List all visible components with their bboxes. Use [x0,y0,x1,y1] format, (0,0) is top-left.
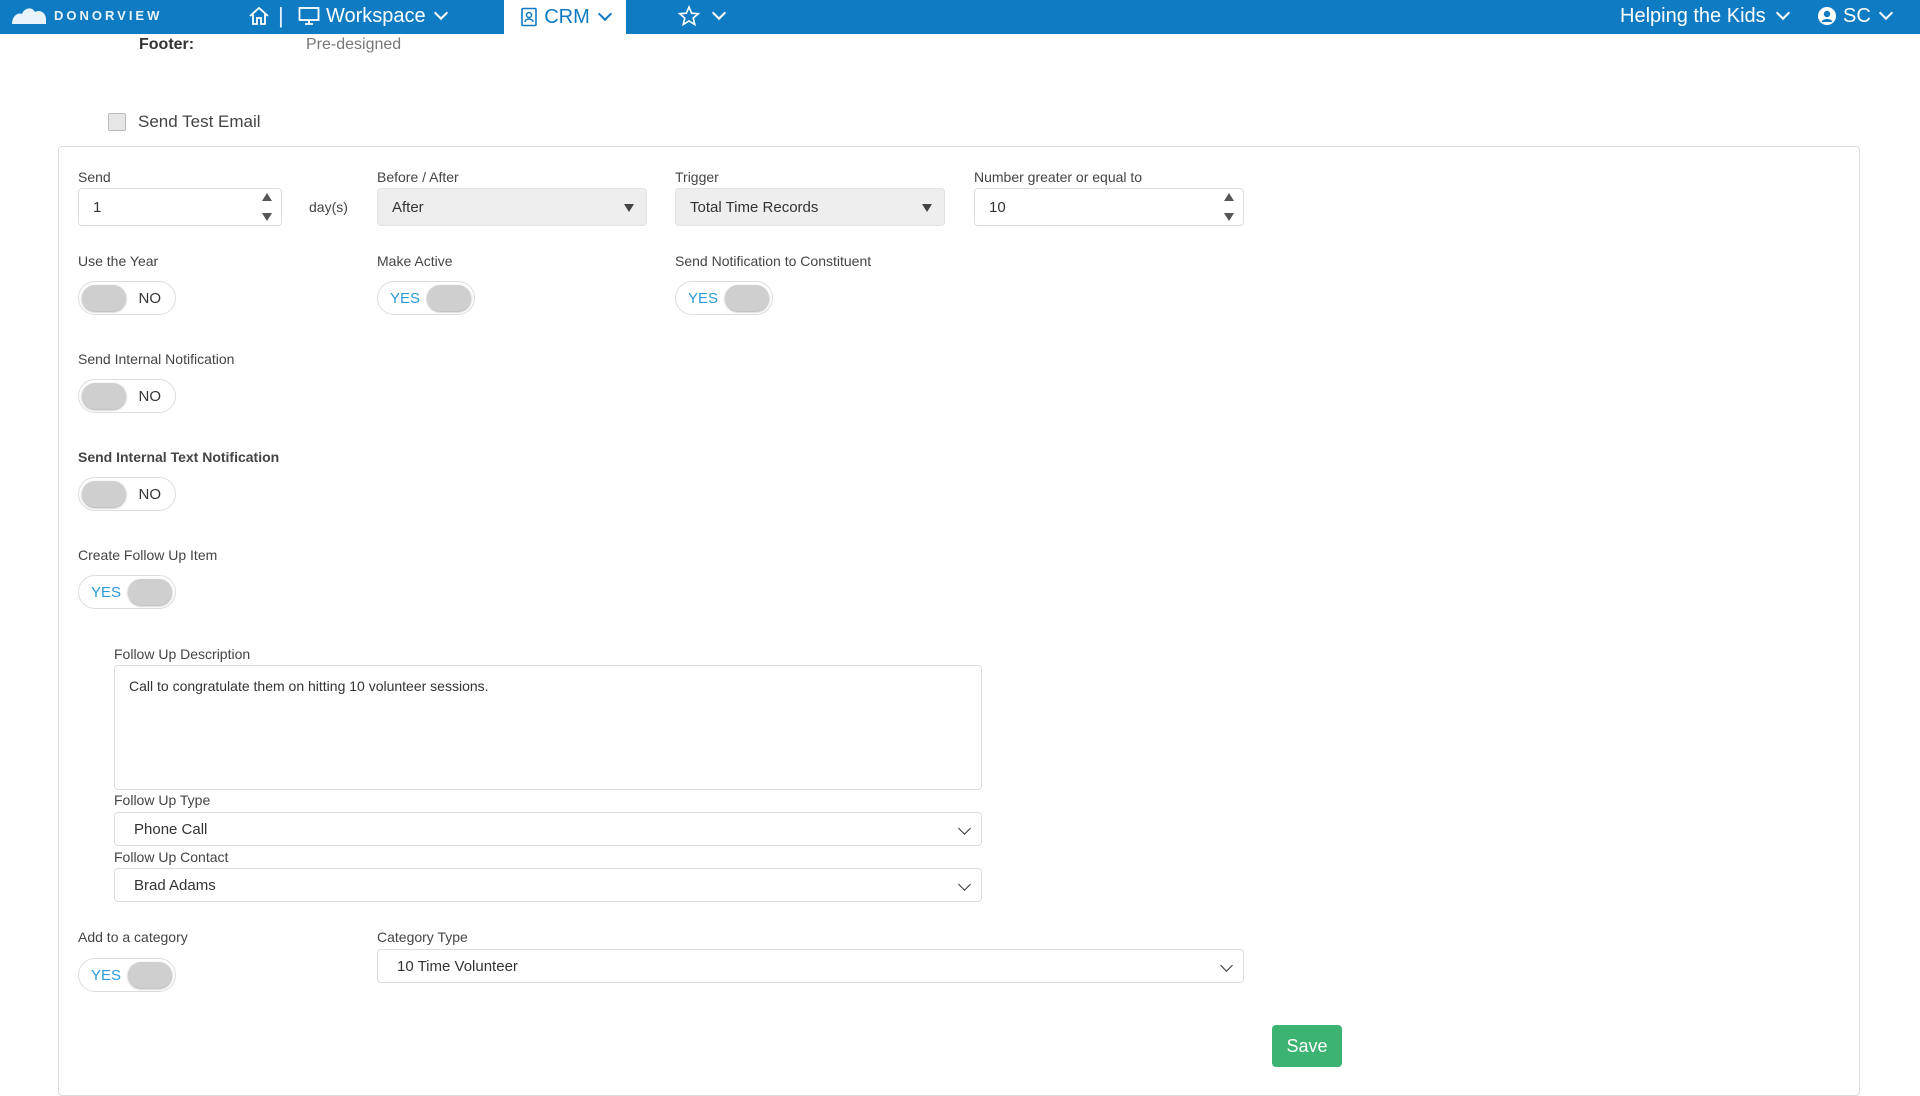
save-button[interactable]: Save [1272,1025,1342,1067]
before-after-value: After [392,198,424,216]
chevron-down-icon [1775,5,1790,21]
toggle-state: YES [688,290,719,307]
send-label: Send [78,169,111,185]
follow-up-type-select[interactable]: Phone Call [114,812,982,846]
star-icon [678,5,700,27]
follow-up-toggle[interactable]: YES [78,575,176,609]
make-active-label: Make Active [377,253,453,269]
before-after-label: Before / After [377,169,459,185]
add-category-toggle[interactable]: YES [78,958,176,992]
notify-constituent-toggle[interactable]: YES [675,281,773,315]
org-name: Helping the Kids [1620,4,1766,27]
category-type-select[interactable]: 10 Time Volunteer [377,949,1244,983]
add-category-label: Add to a category [78,929,188,945]
top-navbar: DONORVIEW | Workspace CRM Helping the Ki… [0,0,1920,34]
use-year-toggle[interactable]: NO [78,281,176,315]
number-gte-input[interactable]: 10 [974,188,1244,226]
use-year-label: Use the Year [78,253,159,269]
footer-value: Pre-designed [306,36,402,53]
footer-label: Footer: [139,36,195,53]
toggle-state: NO [138,388,162,405]
toggle-knob [82,383,126,409]
increment-arrow-icon[interactable] [1224,193,1234,201]
caret-down-icon [922,204,932,212]
before-after-select[interactable]: After [377,188,647,226]
home-icon [249,6,269,25]
send-test-email-checkbox[interactable] [108,113,126,131]
toggle-state: NO [138,290,162,307]
user-avatar-icon [1818,7,1836,25]
toggle-state: YES [390,290,421,307]
trigger-value: Total Time Records [690,198,819,216]
toggle-knob [128,579,172,605]
chevron-down-icon [958,822,971,835]
days-unit-label: day(s) [309,199,348,215]
send-days-value: 1 [93,198,102,216]
internal-text-label: Send Internal Text Notification [78,449,280,465]
chevron-down-icon [597,6,612,22]
toggle-knob [128,962,172,988]
nav-favorites-menu[interactable] [678,3,727,29]
follow-up-contact-value: Brad Adams [134,876,216,894]
decrement-arrow-icon[interactable] [262,213,272,221]
follow-up-label: Create Follow Up Item [78,547,218,563]
logo-icon [12,8,46,24]
trigger-label: Trigger [675,169,719,185]
number-gte-label: Number greater or equal to [974,169,1143,185]
follow-up-type-label: Follow Up Type [114,792,211,808]
toggle-knob [82,285,126,311]
brand-name: DONORVIEW [54,7,163,23]
follow-up-contact-select[interactable]: Brad Adams [114,868,982,902]
chevron-down-icon [433,5,448,21]
follow-up-description-textarea[interactable]: Call to congratulate them on hitting 10 … [114,665,982,790]
chevron-down-icon [1878,5,1893,21]
workspace-label: Workspace [326,4,426,27]
nav-separator: | [278,3,284,28]
increment-arrow-icon[interactable] [262,193,272,201]
user-initials: SC [1843,4,1871,27]
toggle-knob [82,481,126,507]
send-test-email-label: Send Test Email [138,112,261,131]
toggle-knob [725,285,769,311]
internal-text-toggle[interactable]: NO [78,477,176,511]
chevron-down-icon [711,5,727,21]
toggle-state: YES [91,584,122,601]
chevron-down-icon [1220,959,1233,972]
send-days-input[interactable]: 1 [78,188,282,226]
toggle-state: NO [138,486,162,503]
follow-up-description-label: Follow Up Description [114,646,251,662]
send-test-email-row: Send Test Email [108,112,261,132]
user-menu[interactable]: SC [1817,3,1893,29]
donorview-logo[interactable]: DONORVIEW [10,4,162,26]
crm-label: CRM [544,5,590,28]
category-type-label: Category Type [377,929,468,945]
number-gte-value: 10 [989,198,1006,216]
send-days-stepper[interactable] [259,193,275,221]
nav-home[interactable]: | [248,3,284,29]
make-active-toggle[interactable]: YES [377,281,475,315]
number-gte-stepper[interactable] [1221,193,1237,221]
org-switcher[interactable]: Helping the Kids [1620,3,1790,29]
contact-card-icon [521,7,538,27]
caret-down-icon [624,204,634,212]
toggle-knob [427,285,471,311]
nav-crm-tab[interactable]: CRM [504,0,626,34]
trigger-select[interactable]: Total Time Records [675,188,945,226]
decrement-arrow-icon[interactable] [1224,213,1234,221]
nav-workspace-menu[interactable]: Workspace [298,3,448,29]
internal-notification-label: Send Internal Notification [78,351,235,367]
chevron-down-icon [958,878,971,891]
notify-constituent-label: Send Notification to Constituent [675,253,872,269]
follow-up-contact-label: Follow Up Contact [114,849,229,865]
internal-notification-toggle[interactable]: NO [78,379,176,413]
monitor-icon [298,7,320,25]
category-type-value: 10 Time Volunteer [397,957,518,975]
follow-up-type-value: Phone Call [134,820,208,838]
toggle-state: YES [91,967,122,984]
